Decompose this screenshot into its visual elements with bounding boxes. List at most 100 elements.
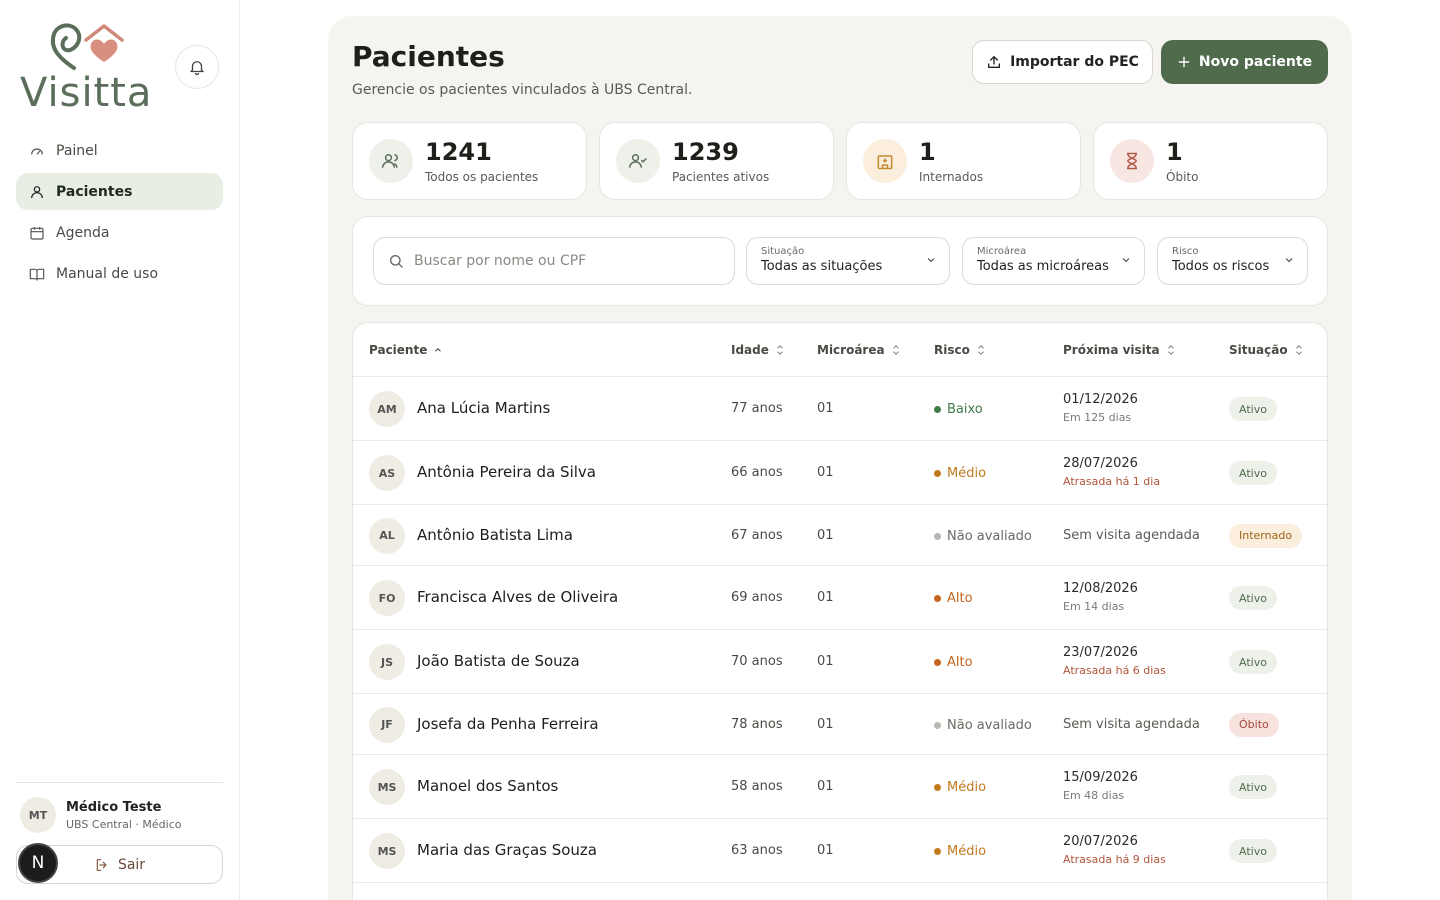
- risk-indicator: Não avaliado: [934, 718, 1032, 733]
- page-title: Pacientes: [352, 40, 505, 73]
- status-badge: Ativo: [1229, 839, 1277, 863]
- sidebar-item-pacientes[interactable]: Pacientes: [16, 173, 223, 210]
- col-label: Situação: [1229, 343, 1288, 357]
- patient-name[interactable]: Manoel dos Santos: [417, 777, 558, 795]
- stat-label: Internados: [919, 170, 984, 184]
- upload-icon: [986, 54, 1002, 70]
- users-icon: [369, 139, 413, 183]
- risk-label: Não avaliado: [947, 717, 1032, 733]
- patient-age: 66 anos: [731, 465, 783, 480]
- logout-label: Sair: [117, 856, 146, 873]
- patient-microarea: 01: [817, 843, 834, 858]
- select-value: Todas as situações: [761, 259, 883, 274]
- col-label: Idade: [731, 343, 769, 357]
- sidebar: Visitta Painel Pacientes Agenda Manual d…: [0, 0, 240, 900]
- patient-age: 63 anos: [731, 843, 783, 858]
- patient-microarea: 01: [817, 401, 834, 416]
- col-idade[interactable]: Idade: [731, 343, 785, 357]
- hospital-icon: [863, 139, 907, 183]
- chevron-down-icon: [1120, 254, 1132, 266]
- table-row[interactable]: FO Francisca Alves de Oliveira 69 anos 01 Al…: [353, 566, 1327, 630]
- col-risco[interactable]: Risco: [934, 343, 986, 357]
- patient-name[interactable]: Francisca Alves de Oliveira: [417, 588, 618, 606]
- next-visit: Sem visita agendada: [1063, 528, 1200, 543]
- risk-dot: [934, 532, 941, 540]
- sidebar-item-label: Painel: [56, 142, 98, 159]
- avatar: MT: [20, 797, 56, 833]
- avatar: AS: [369, 455, 405, 491]
- risk-dot: [934, 721, 941, 729]
- patient-name[interactable]: Josefa da Penha Ferreira: [417, 715, 599, 733]
- patient-age: 77 anos: [731, 401, 783, 416]
- sort-icon: [1294, 344, 1304, 356]
- patient-name[interactable]: Antônio Batista Lima: [417, 526, 573, 544]
- stat-card-internados[interactable]: 1 Internados: [846, 122, 1081, 200]
- patient-name[interactable]: Ana Lúcia Martins: [417, 399, 550, 417]
- import-pec-button[interactable]: Importar do PEC: [972, 40, 1153, 84]
- risco-select[interactable]: Risco Todos os riscos: [1157, 237, 1308, 285]
- table-row[interactable]: AL Antônio Batista Lima 67 anos 01 Não avali…: [353, 505, 1327, 566]
- risk-dot: [934, 659, 941, 666]
- patient-name[interactable]: Antônia Pereira da Silva: [417, 463, 596, 481]
- sidebar-item-agenda[interactable]: Agenda: [16, 214, 223, 251]
- table-row[interactable]: MS Manoel dos Santos 58 anos 01 Médio 15/09/2…: [353, 755, 1327, 819]
- sidebar-nav: Painel Pacientes Agenda Manual de uso: [16, 132, 223, 296]
- stats-row: 1241 Todos os pacientes 1239 Pacientes ati…: [352, 122, 1328, 200]
- col-proxima-visita[interactable]: Próxima visita: [1063, 343, 1176, 357]
- sidebar-item-manual[interactable]: Manual de uso: [16, 255, 223, 292]
- n-badge[interactable]: N: [18, 843, 58, 883]
- risk-indicator: Médio: [934, 844, 986, 859]
- stat-card-todos[interactable]: 1241 Todos os pacientes: [352, 122, 587, 200]
- patient-microarea: 01: [817, 465, 834, 480]
- risk-indicator: Médio: [934, 466, 986, 481]
- table-row[interactable]: JS João Batista de Souza 70 anos 01 Alto 23/0…: [353, 630, 1327, 694]
- search-input[interactable]: Buscar por nome ou CPF: [373, 237, 735, 285]
- hourglass-icon: [1110, 139, 1154, 183]
- table-row[interactable]: AM Ana Lúcia Martins 77 anos 01 Baixo 01/12/2…: [353, 377, 1327, 441]
- col-situacao[interactable]: Situação: [1229, 343, 1304, 357]
- sidebar-item-painel[interactable]: Painel: [16, 132, 223, 169]
- status-badge: Internado: [1229, 523, 1303, 548]
- new-label: Novo paciente: [1198, 54, 1313, 70]
- table-header: Paciente Idade Microárea Risco Próxima v…: [353, 323, 1327, 377]
- risk-label: Médio: [947, 844, 987, 859]
- select-value: Todas as microáreas: [977, 259, 1109, 274]
- risk-label: Não avaliado: [947, 528, 1032, 544]
- sort-icon: [976, 344, 986, 356]
- next-visit: 12/08/2026 Em 14 dias: [1063, 581, 1138, 613]
- risk-indicator: Alto: [934, 655, 973, 670]
- microarea-select[interactable]: Microárea Todas as microáreas: [962, 237, 1145, 285]
- patient-microarea: 01: [817, 716, 834, 732]
- stat-label: Óbito: [1166, 170, 1199, 184]
- patient-age: 58 anos: [731, 779, 783, 794]
- chevron-up-icon: [433, 345, 443, 355]
- next-visit: 28/07/2026 Atrasada há 1 dia: [1063, 456, 1160, 488]
- notifications-button[interactable]: [175, 45, 219, 89]
- status-badge: Ativo: [1229, 586, 1277, 610]
- col-paciente[interactable]: Paciente: [369, 343, 443, 357]
- search-icon: [388, 253, 404, 269]
- visit-relative: Atrasada há 6 dias: [1063, 664, 1166, 677]
- stat-value: 1239: [672, 138, 739, 166]
- table-row[interactable]: AS Antônia Pereira da Silva 66 anos 01 Médio…: [353, 441, 1327, 505]
- table-row[interactable]: MS Maria das Graças Souza 63 anos 01 Médio 20…: [353, 819, 1327, 883]
- bell-icon: [190, 61, 204, 76]
- situacao-select[interactable]: Situação Todas as situações: [746, 237, 950, 285]
- filters-card: Buscar por nome ou CPF Situação Todas as…: [352, 216, 1328, 306]
- col-microarea[interactable]: Microárea: [817, 343, 901, 357]
- sidebar-item-label: Agenda: [56, 224, 110, 241]
- status-badge: Ativo: [1229, 461, 1277, 485]
- patient-name[interactable]: João Batista de Souza: [417, 652, 580, 670]
- visit-relative: Em 125 dias: [1063, 411, 1132, 424]
- visitta-logo[interactable]: Visitta: [20, 18, 160, 118]
- visit-relative: Em 14 dias: [1063, 600, 1125, 613]
- sidebar-item-label: Manual de uso: [56, 265, 159, 282]
- stat-card-obito[interactable]: 1 Óbito: [1093, 122, 1328, 200]
- stat-card-ativos[interactable]: 1239 Pacientes ativos: [599, 122, 834, 200]
- stat-label: Todos os pacientes: [425, 170, 539, 184]
- gauge-icon: [28, 142, 46, 160]
- next-visit: Sem visita agendada: [1063, 717, 1200, 732]
- patient-name[interactable]: Maria das Graças Souza: [417, 841, 597, 859]
- new-patient-button[interactable]: Novo paciente: [1161, 40, 1328, 84]
- table-row[interactable]: JF Josefa da Penha Ferreira 78 anos 01 Não a…: [353, 694, 1327, 755]
